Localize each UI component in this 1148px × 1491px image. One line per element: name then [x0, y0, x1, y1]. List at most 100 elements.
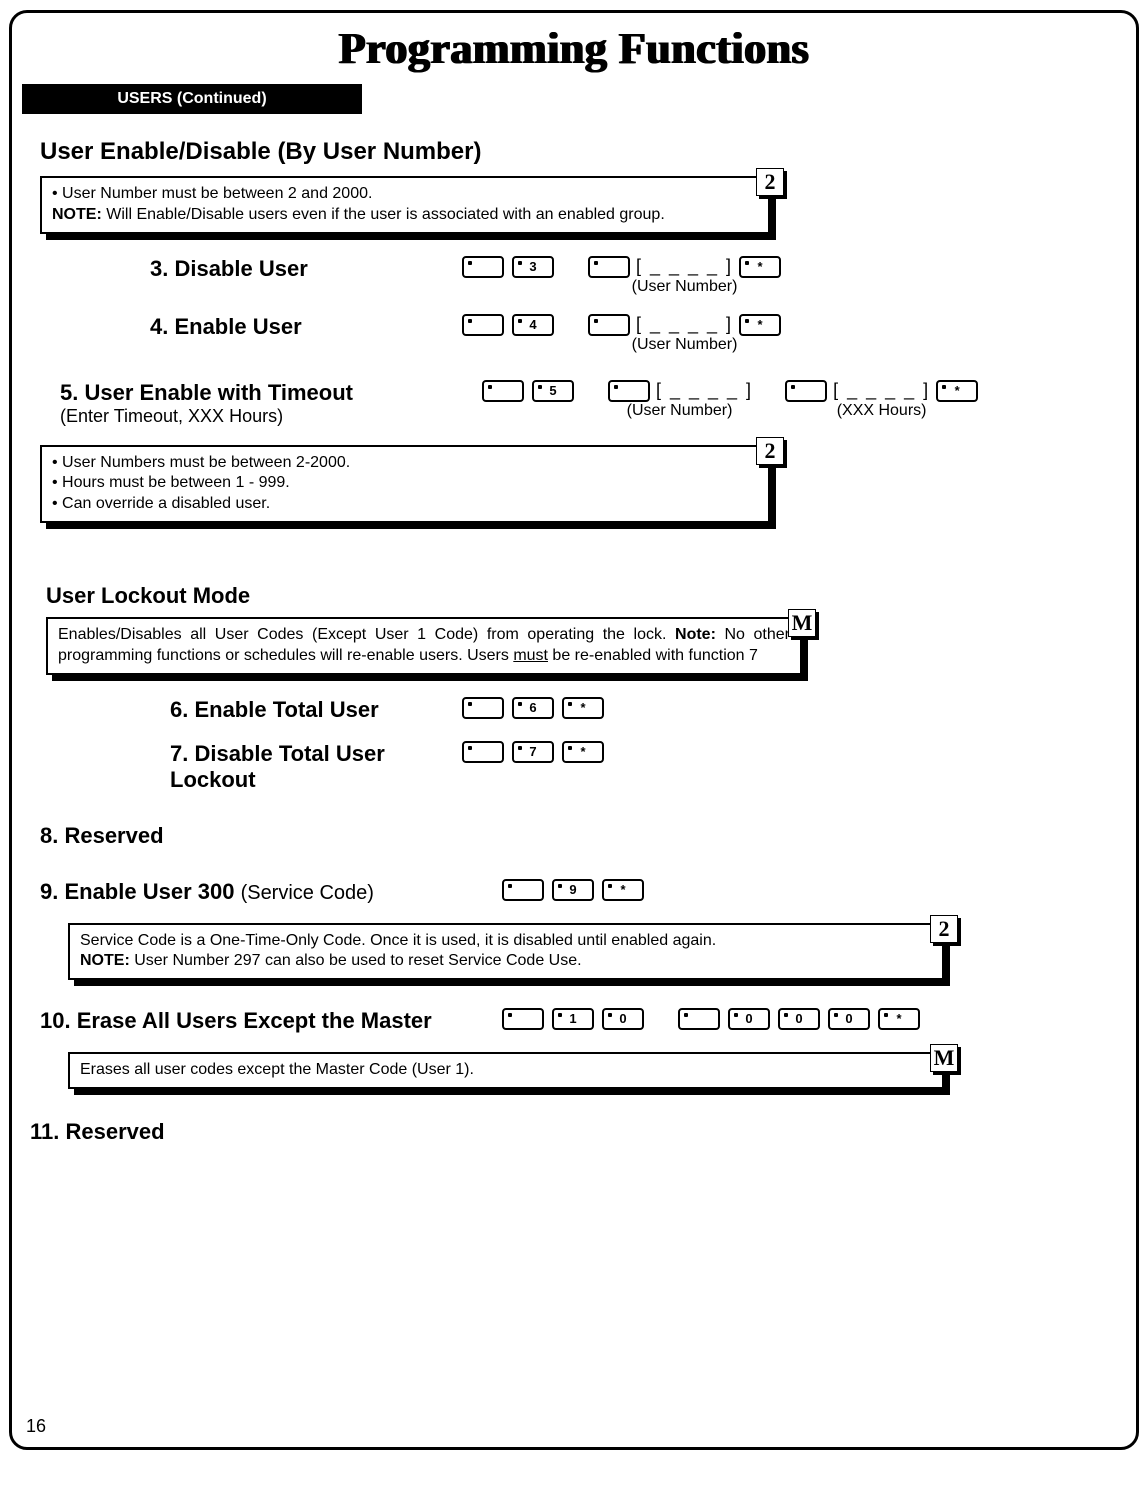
placeholder-user-number: [ _ _ _ _ ] — [656, 380, 753, 401]
key-enter-icon — [482, 380, 524, 402]
box2-line2: • Hours must be between 1 - 999. — [52, 473, 758, 494]
fn9-note-text: User Number 297 can also be used to rese… — [130, 952, 582, 969]
key-enter-icon — [588, 314, 630, 336]
lockout-must: must — [513, 647, 548, 664]
fn6-row: 6. Enable Total User 6 * — [40, 697, 1112, 723]
page-frame: Programming Functions USERS (Continued) … — [9, 10, 1139, 1450]
fn4-label: 4. Enable User — [40, 314, 420, 340]
fn3-row: 3. Disable User 3 [ _ _ _ _ ] * (User Nu… — [40, 256, 1112, 296]
fn5-subline: (Enter Timeout, XXX Hours) — [60, 406, 440, 427]
heading-text: User Enable/Disable — [40, 138, 271, 165]
fn7-label: 7. Disable Total User Lockout — [40, 741, 440, 793]
fn9-label-block: 9. Enable User 300 (Service Code) — [40, 879, 460, 905]
key-0: 0 — [728, 1008, 770, 1030]
key-0: 0 — [778, 1008, 820, 1030]
key-enter-icon — [462, 697, 504, 719]
fn9-row: 9. Enable User 300 (Service Code) 9 * — [40, 879, 1112, 905]
heading-user-enable-disable: User Enable/Disable (By User Number) — [40, 138, 1112, 166]
fn4-keys: 4 [ _ _ _ _ ] * (User Number) — [460, 314, 783, 354]
fn6-keys: 6 * — [460, 697, 606, 719]
placeholder-hours: [ _ _ _ _ ] — [833, 380, 930, 401]
key-star-icon: * — [739, 256, 781, 278]
fn10-label: 10. Erase All Users Except the Master — [40, 1008, 460, 1034]
key-9: 9 — [552, 879, 594, 901]
content-area: User Enable/Disable (By User Number) • U… — [12, 138, 1136, 1145]
note-box-user-number: • User Number must be between 2 and 2000… — [40, 176, 770, 234]
fn7-row: 7. Disable Total User Lockout 7 * — [40, 741, 1112, 793]
key-enter-icon — [785, 380, 827, 402]
fn4-sublabel: (User Number) — [632, 336, 738, 354]
fn10-keys: 1 0 0 0 0 * — [500, 1008, 922, 1030]
section-tag-users: USERS (Continued) — [22, 84, 362, 114]
key-enter-icon — [502, 1008, 544, 1030]
fn11-label: 11. Reserved — [30, 1119, 1112, 1145]
fn5-label: 5. User Enable with Timeout — [60, 380, 440, 406]
key-star-icon: * — [562, 741, 604, 763]
key-enter-icon — [462, 741, 504, 763]
key-5: 5 — [532, 380, 574, 402]
fn4-row: 4. Enable User 4 [ _ _ _ _ ] * (User Num… — [40, 314, 1112, 354]
key-0: 0 — [602, 1008, 644, 1030]
fn5-row: 5. User Enable with Timeout (Enter Timeo… — [40, 380, 1112, 427]
note-line1: • User Number must be between 2 and 2000… — [52, 184, 758, 205]
note-box-lockout: Enables/Disables all User Codes (Except … — [46, 617, 802, 675]
fn9-label-bold: 9. Enable User 300 — [40, 879, 241, 904]
page-number: 16 — [26, 1416, 46, 1437]
key-enter-icon — [462, 256, 504, 278]
key-1: 1 — [552, 1008, 594, 1030]
note-box-timeout: • User Numbers must be between 2-2000. •… — [40, 445, 770, 523]
fn7-keys: 7 * — [460, 741, 606, 763]
key-enter-icon — [462, 314, 504, 336]
key-star-icon: * — [739, 314, 781, 336]
key-enter-icon — [502, 879, 544, 901]
fn10-row: 10. Erase All Users Except the Master 1 … — [40, 1008, 1112, 1034]
key-4: 4 — [512, 314, 554, 336]
lockout-text3: be re-enabled with function 7 — [548, 647, 758, 664]
heading-sub: (By User Number) — [277, 138, 481, 165]
fn5-sublabel-hours: (XXX Hours) — [837, 402, 927, 420]
lockout-note-label: Note: — [675, 626, 716, 643]
fn9-note-label: NOTE: — [80, 952, 130, 969]
key-6: 6 — [512, 697, 554, 719]
lockout-text1: Enables/Disables all User Codes (Except … — [58, 626, 675, 643]
fn5-sublabel-user: (User Number) — [627, 402, 733, 420]
placeholder-user-number: [ _ _ _ _ ] — [636, 256, 733, 277]
key-3: 3 — [512, 256, 554, 278]
fn9-box-line1: Service Code is a One-Time-Only Code. On… — [80, 931, 932, 952]
fn5-label-block: 5. User Enable with Timeout (Enter Timeo… — [40, 380, 440, 427]
fn10-box-text: Erases all user codes except the Master … — [80, 1060, 932, 1081]
note-box-erase-users: Erases all user codes except the Master … — [68, 1052, 944, 1089]
note-label: NOTE: — [52, 206, 102, 223]
level-indicator: 2 — [756, 168, 784, 196]
key-enter-icon — [588, 256, 630, 278]
level-indicator: M — [930, 1044, 958, 1072]
key-star-icon: * — [878, 1008, 920, 1030]
fn9-box-line2: NOTE: User Number 297 can also be used t… — [80, 951, 932, 972]
fn9-label-light: (Service Code) — [241, 882, 374, 904]
note-text: Will Enable/Disable users even if the us… — [102, 206, 665, 223]
fn9-keys: 9 * — [500, 879, 646, 901]
level-indicator: 2 — [756, 437, 784, 465]
key-star-icon: * — [602, 879, 644, 901]
level-indicator: 2 — [930, 915, 958, 943]
note-box-service-code: Service Code is a One-Time-Only Code. On… — [68, 923, 944, 981]
fn5-keys: 5 [ _ _ _ _ ] (User Number) [ _ _ _ _ ] … — [480, 380, 980, 420]
fn3-keys: 3 [ _ _ _ _ ] * (User Number) — [460, 256, 783, 296]
level-indicator: M — [788, 609, 816, 637]
fn8-label: 8. Reserved — [40, 823, 1112, 849]
heading-user-lockout-mode: User Lockout Mode — [46, 583, 1112, 609]
page-title: Programming Functions — [12, 13, 1136, 84]
key-7: 7 — [512, 741, 554, 763]
placeholder-user-number: [ _ _ _ _ ] — [636, 314, 733, 335]
fn3-sublabel: (User Number) — [632, 278, 738, 296]
lockout-text: Enables/Disables all User Codes (Except … — [58, 625, 790, 667]
note-line2: NOTE: Will Enable/Disable users even if … — [52, 205, 758, 226]
key-enter-icon — [608, 380, 650, 402]
box2-line3: • Can override a disabled user. — [52, 494, 758, 515]
key-enter-icon — [678, 1008, 720, 1030]
fn6-label: 6. Enable Total User — [40, 697, 420, 723]
key-star-icon: * — [936, 380, 978, 402]
key-star-icon: * — [562, 697, 604, 719]
fn3-label: 3. Disable User — [40, 256, 420, 282]
box2-line1: • User Numbers must be between 2-2000. — [52, 453, 758, 474]
